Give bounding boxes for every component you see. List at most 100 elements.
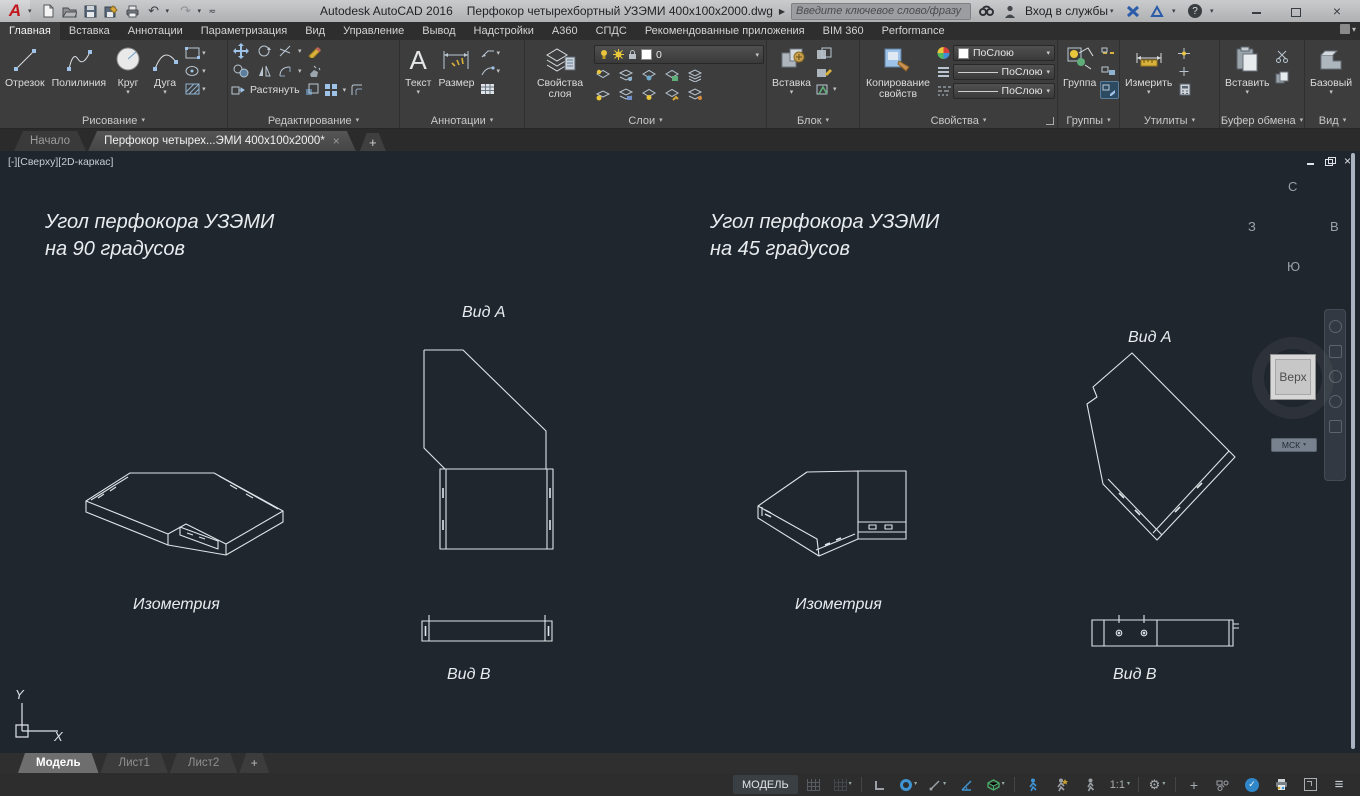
doc-minimize-icon[interactable]	[1306, 157, 1316, 166]
panel-label-draw[interactable]: Рисование▾	[0, 113, 227, 128]
panel-label-modify[interactable]: Редактирование▾	[228, 113, 399, 128]
line-button[interactable]: Отрезок	[2, 42, 48, 90]
drawing-view-a-90[interactable]	[415, 338, 565, 553]
drawing-view-b-90[interactable]	[416, 612, 561, 648]
block-attributes-dropdown-icon[interactable]: ▾	[833, 86, 837, 93]
snap-mode-button[interactable]: ▾	[830, 775, 856, 794]
layer-lock-icon[interactable]	[628, 49, 637, 60]
navigation-bar[interactable]	[1324, 309, 1346, 481]
nav-showmotion-icon[interactable]	[1329, 420, 1342, 433]
id-point-icon[interactable]	[1176, 45, 1193, 61]
file-tab-document[interactable]: Перфокор четырех...ЭМИ 400x100x2000*×	[88, 131, 356, 151]
drawing-iso-90[interactable]	[58, 449, 298, 569]
ortho-dropdown-icon[interactable]: ▾	[943, 781, 946, 788]
viewcube-face-top[interactable]: Верх	[1270, 354, 1316, 400]
layer-prev-icon[interactable]	[640, 86, 657, 102]
polar-tracking-button[interactable]	[954, 775, 980, 794]
viewport-visualstyle-control[interactable]: [2D-каркас]	[58, 156, 113, 168]
leader-icon[interactable]	[479, 45, 496, 61]
point-style-icon[interactable]	[1176, 63, 1193, 79]
panel-label-annotation[interactable]: Аннотации▾	[400, 113, 524, 128]
trim-dropdown-icon[interactable]: ▾	[298, 48, 302, 55]
block-attributes-icon[interactable]	[815, 81, 832, 97]
restore-button[interactable]	[1290, 5, 1304, 17]
model-space-button[interactable]: МОДЕЛЬ	[733, 775, 798, 794]
dyninput-dropdown-icon[interactable]: ▾	[914, 781, 917, 788]
help-search-input[interactable]	[791, 3, 971, 20]
layer-on-icon[interactable]	[599, 49, 609, 60]
rotate-icon[interactable]	[256, 43, 273, 59]
tab-glavnaya[interactable]: Главная	[0, 22, 60, 40]
circle-dropdown-icon[interactable]: ▾	[126, 89, 130, 96]
insert-block-dropdown-icon[interactable]: ▾	[790, 89, 794, 96]
nav-zoom-icon[interactable]	[1329, 370, 1342, 383]
rectangle-icon[interactable]	[184, 45, 201, 61]
tab-annotacii[interactable]: Аннотации	[119, 22, 192, 40]
infer-constraints-button[interactable]	[867, 775, 893, 794]
viewcube-west[interactable]: З	[1248, 219, 1256, 234]
tab-recommended-apps[interactable]: Рекомендованные приложения	[636, 22, 814, 40]
layout-tab-list2[interactable]: Лист2	[170, 753, 237, 773]
viewcube-north[interactable]: С	[1288, 179, 1297, 194]
stretch-icon[interactable]	[230, 82, 247, 98]
undo-button[interactable]: ↶	[145, 3, 163, 19]
undo-dropdown-icon[interactable]: ▾	[166, 7, 174, 15]
file-tab-close-icon[interactable]: ×	[333, 134, 340, 148]
circle-button[interactable]: Круг ▾	[110, 42, 146, 97]
annotation-monitor-button[interactable]: +	[1181, 775, 1207, 794]
grid-display-button[interactable]	[801, 775, 827, 794]
file-tab-start[interactable]: Начало	[14, 131, 86, 151]
close-button[interactable]: ×	[1330, 5, 1344, 17]
fillet-dropdown-icon[interactable]: ▾	[298, 68, 302, 75]
layer-unlock-icon[interactable]	[663, 86, 680, 102]
layer-lock-tool-icon[interactable]	[663, 67, 680, 83]
layer-freeze-icon[interactable]	[613, 49, 624, 60]
group-button[interactable]: Группа	[1060, 42, 1099, 90]
plot-button[interactable]	[124, 3, 142, 19]
doc-restore-icon[interactable]	[1325, 157, 1335, 166]
tab-bim360[interactable]: BIM 360	[814, 22, 873, 40]
viewport-view-control[interactable]: [Сверху]	[17, 156, 58, 168]
color-wheel-icon[interactable]	[935, 45, 952, 61]
layer-isolate-icon[interactable]	[617, 67, 634, 83]
linetype-icon[interactable]	[935, 83, 952, 99]
clean-screen-button[interactable]	[1297, 775, 1323, 794]
group-edit-icon[interactable]	[1100, 63, 1117, 79]
workspace-switching-button[interactable]: ⚙▾	[1144, 775, 1170, 794]
linetype-combo[interactable]: ПоСлою▾	[953, 83, 1055, 99]
measure-dropdown-icon[interactable]: ▾	[1147, 89, 1151, 96]
ellipse-icon[interactable]	[184, 63, 201, 79]
new-file-button[interactable]	[40, 3, 58, 19]
tab-vid[interactable]: Вид	[296, 22, 334, 40]
array-icon[interactable]	[323, 82, 340, 98]
polyline-button[interactable]: Полилиния	[49, 42, 110, 90]
qat-customize-icon[interactable]: ≂	[209, 6, 217, 17]
text-dropdown-icon[interactable]: ▾	[416, 89, 420, 96]
paste-dropdown-icon[interactable]: ▾	[1246, 89, 1250, 96]
mleader-icon[interactable]	[479, 63, 496, 79]
lineweight-icon[interactable]	[935, 64, 952, 80]
search-icon[interactable]	[977, 3, 995, 19]
layer-select-combo[interactable]: 0 ▾	[594, 45, 764, 64]
tab-a360[interactable]: A360	[543, 22, 587, 40]
workspace-dropdown-icon[interactable]: ▾	[1162, 781, 1165, 788]
measure-button[interactable]: Измерить ▾	[1122, 42, 1175, 97]
nav-orbit-icon[interactable]	[1329, 395, 1342, 408]
scale-dropdown-icon[interactable]: ▾	[1127, 781, 1130, 788]
object-color-combo[interactable]: ПоСлою▾	[953, 45, 1055, 61]
dimension-button[interactable]: Размер	[435, 42, 477, 90]
trim-icon[interactable]	[277, 43, 294, 59]
layer-off-icon[interactable]	[594, 67, 611, 83]
autodesk-exchange-icon[interactable]	[1124, 3, 1142, 19]
copy-icon[interactable]	[230, 62, 252, 80]
redo-button[interactable]: ↷	[177, 3, 195, 19]
hatch-dropdown-icon[interactable]: ▾	[202, 86, 206, 93]
ellipse-dropdown-icon[interactable]: ▾	[202, 68, 206, 75]
viewcube-wcs-menu[interactable]: МСК▾	[1271, 438, 1317, 452]
tab-performance[interactable]: Performance	[873, 22, 954, 40]
match-properties-button[interactable]: Копированиесвойств	[862, 42, 934, 101]
help-dropdown-icon[interactable]: ▾	[1210, 7, 1218, 15]
nav-pan-icon[interactable]	[1329, 345, 1342, 358]
panel-label-view[interactable]: Вид▾	[1305, 113, 1360, 128]
open-file-button[interactable]	[61, 3, 79, 19]
